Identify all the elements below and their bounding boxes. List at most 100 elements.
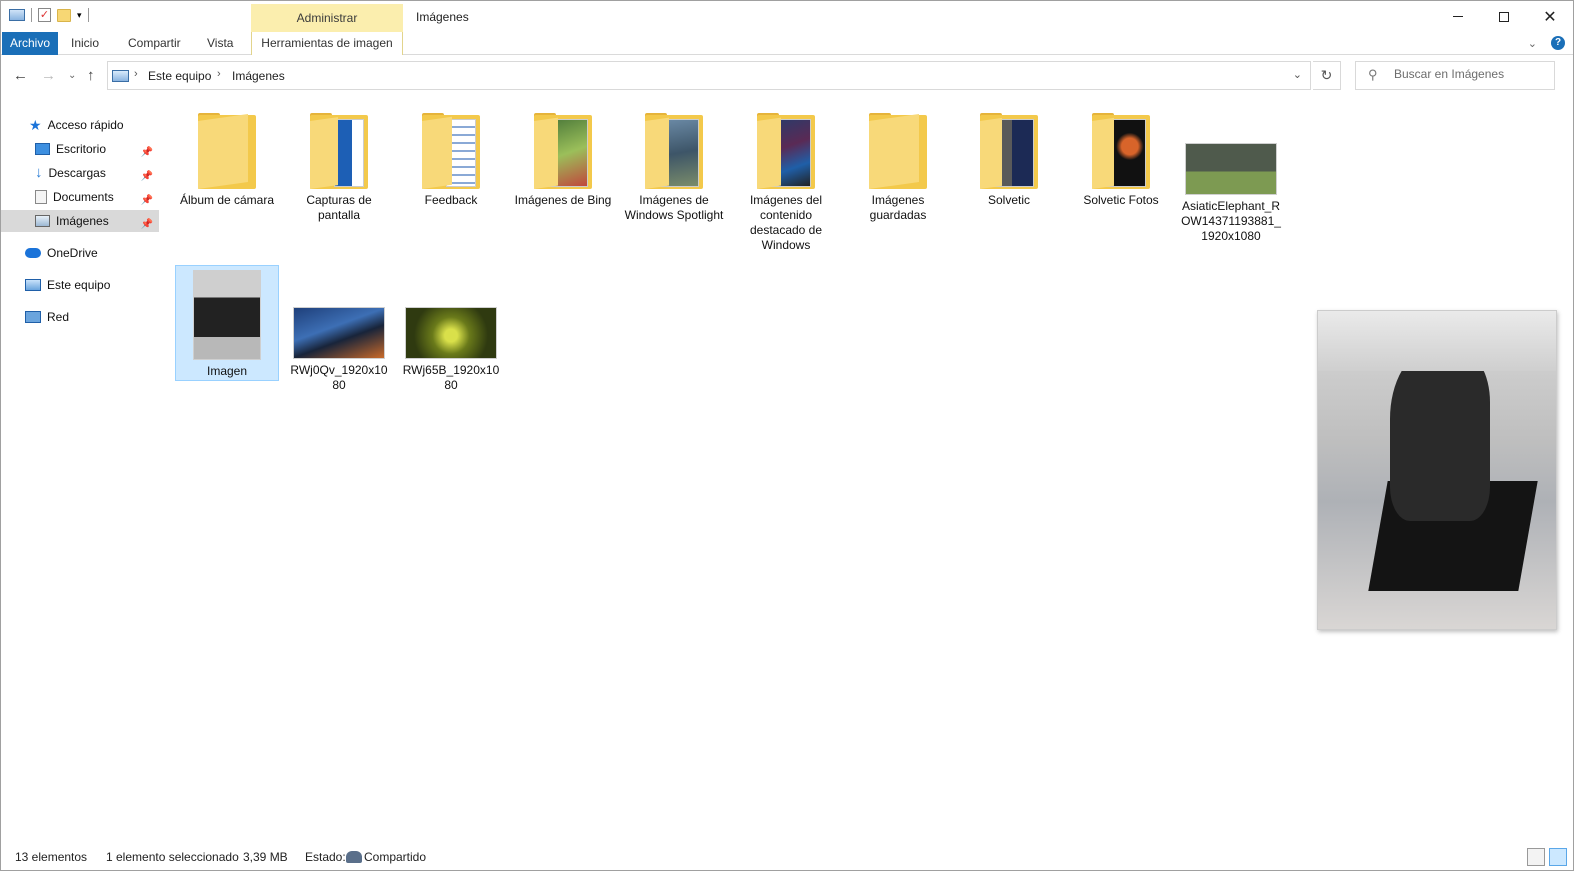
search-input[interactable]	[1394, 67, 1549, 81]
large-icons-view-button[interactable]	[1549, 848, 1567, 866]
sidebar-item-label: Acceso rápido	[47, 118, 124, 132]
network-icon	[25, 311, 41, 323]
item-label: Imágenes guardadas	[869, 193, 927, 222]
folder-icon	[1086, 113, 1156, 189]
sidebar-item-documents[interactable]: Documents 📌	[35, 186, 159, 208]
item-label: Imágenes del contenido destacado de Wind…	[749, 193, 823, 252]
search-icon: ⚲	[1368, 67, 1378, 82]
image-item[interactable]: RWj0Qv_1920x1080	[287, 265, 391, 393]
sidebar-item-onedrive[interactable]: OneDrive	[25, 242, 98, 264]
breadcrumb-este-equipo[interactable]: Este equipo	[148, 69, 211, 83]
address-dropdown-icon[interactable]: ⌄	[1293, 68, 1302, 81]
breadcrumb-imagenes[interactable]: Imágenes	[232, 69, 285, 83]
sidebar-item-label: Imágenes	[56, 214, 109, 228]
refresh-icon: ↻	[1320, 67, 1333, 83]
download-icon: ↓	[35, 164, 43, 181]
item-label: AsiaticElephant_ROW14371193881_1920x1080	[1181, 199, 1281, 243]
image-thumbnail	[293, 307, 385, 359]
sidebar-item-este-equipo[interactable]: Este equipo	[25, 274, 110, 296]
image-item[interactable]: Imagen	[175, 265, 279, 381]
tab-herramientas-imagen[interactable]: Herramientas de imagen	[251, 32, 403, 55]
sidebar-item-imagenes[interactable]: Imágenes 📌	[1, 210, 159, 232]
folder-item[interactable]: Solvetic Fotos	[1069, 113, 1173, 208]
search-box[interactable]: ⚲	[1355, 61, 1555, 90]
state-label: Estado:	[305, 850, 346, 864]
people-icon	[346, 851, 362, 863]
folder-item[interactable]: Imágenes guardadas	[846, 113, 950, 223]
details-view-button[interactable]	[1527, 848, 1545, 866]
window-title: Imágenes	[416, 10, 469, 24]
sidebar-item-escritorio[interactable]: Escritorio 📌	[35, 138, 159, 160]
customize-toolbar-icon[interactable]: ▾	[77, 10, 82, 21]
folder-item[interactable]: Álbum de cámara	[175, 113, 279, 208]
address-bar[interactable]: › Este equipo › Imágenes ⌄	[107, 61, 1311, 90]
item-label: Imágenes de Bing	[514, 193, 612, 207]
desktop-icon	[35, 143, 50, 155]
maximize-button[interactable]	[1481, 1, 1527, 32]
document-icon	[35, 190, 47, 204]
item-label: Capturas de pantalla	[306, 193, 372, 222]
toolbar-separator	[87, 8, 89, 22]
up-button[interactable]: ↑	[87, 67, 95, 84]
image-item[interactable]: AsiaticElephant_ROW14371193881_1920x1080	[1179, 113, 1283, 244]
file-explorer-window: ✓ ▾ Administrar Imágenes ✕ Archivo Inici…	[0, 0, 1574, 871]
pin-icon[interactable]: 📌	[141, 190, 153, 212]
sidebar-item-acceso-rapido[interactable]: ★ Acceso rápido	[29, 114, 124, 136]
image-thumbnail	[405, 307, 497, 359]
folder-item[interactable]: Imágenes de Bing	[511, 113, 615, 208]
cloud-icon	[25, 248, 41, 258]
item-label: RWj0Qv_1920x1080	[290, 363, 388, 392]
folder-icon	[192, 113, 262, 189]
image-item[interactable]: RWj65B_1920x1080	[399, 265, 503, 393]
item-count: 13 elementos	[15, 850, 88, 864]
folder-item[interactable]: Feedback	[399, 113, 503, 208]
tab-inicio[interactable]: Inicio	[71, 32, 99, 55]
window-icon[interactable]	[9, 9, 25, 21]
pictures-icon	[35, 215, 50, 227]
folder-icon	[528, 113, 598, 189]
sidebar-item-descargas[interactable]: ↓ Descargas 📌	[35, 162, 159, 184]
refresh-button[interactable]: ↻	[1313, 61, 1341, 90]
folder-item[interactable]: Solvetic	[957, 113, 1061, 208]
ribbon-controls: ⌄ ?	[1528, 36, 1565, 50]
item-label: Álbum de cámara	[179, 193, 275, 207]
breadcrumb-separator[interactable]: ›	[134, 68, 138, 80]
minimize-icon	[1453, 16, 1463, 17]
sidebar-item-label: Red	[47, 310, 70, 324]
manage-context-tab[interactable]: Administrar	[251, 4, 403, 32]
new-folder-icon[interactable]	[57, 8, 71, 22]
tab-vista[interactable]: Vista	[207, 32, 233, 55]
recent-locations-icon[interactable]: ⌄	[68, 70, 76, 81]
preview-ceiling	[1318, 311, 1556, 371]
pin-icon[interactable]: 📌	[141, 166, 153, 188]
close-button[interactable]: ✕	[1527, 1, 1573, 32]
selection-size: 3,39 MB	[243, 850, 288, 864]
pin-icon[interactable]: 📌	[141, 214, 153, 236]
sidebar-item-label: Escritorio	[56, 142, 107, 156]
folder-icon	[304, 113, 374, 189]
folder-icon	[751, 113, 821, 189]
tab-archivo[interactable]: Archivo	[2, 32, 58, 55]
breadcrumb-separator[interactable]: ›	[217, 68, 221, 80]
location-icon	[112, 70, 129, 82]
folder-item[interactable]: Capturas de pantalla	[287, 113, 391, 223]
tab-compartir[interactable]: Compartir	[128, 32, 181, 55]
title-bar: ✓ ▾ Administrar Imágenes ✕	[1, 1, 1573, 32]
pin-icon[interactable]: 📌	[141, 142, 153, 164]
back-button[interactable]: ←	[13, 67, 28, 84]
properties-icon[interactable]: ✓	[38, 8, 51, 22]
item-label: Imágenes de Windows Spotlight	[624, 193, 724, 222]
help-icon[interactable]: ?	[1551, 36, 1565, 50]
shared-status: Compartido	[346, 850, 426, 864]
minimize-button[interactable]	[1435, 1, 1481, 32]
folder-item[interactable]: Imágenes de Windows Spotlight	[622, 113, 726, 223]
selection-count: 1 elemento seleccionado	[106, 850, 239, 864]
sidebar-item-label: Descargas	[48, 166, 106, 180]
star-icon: ★	[29, 117, 42, 133]
preview-pane	[1317, 310, 1557, 630]
expand-ribbon-icon[interactable]: ⌄	[1528, 37, 1537, 50]
sidebar-item-red[interactable]: Red	[25, 306, 69, 328]
forward-button[interactable]: →	[41, 67, 56, 84]
folder-item[interactable]: Imágenes del contenido destacado de Wind…	[734, 113, 838, 253]
item-label: Feedback	[424, 193, 478, 207]
